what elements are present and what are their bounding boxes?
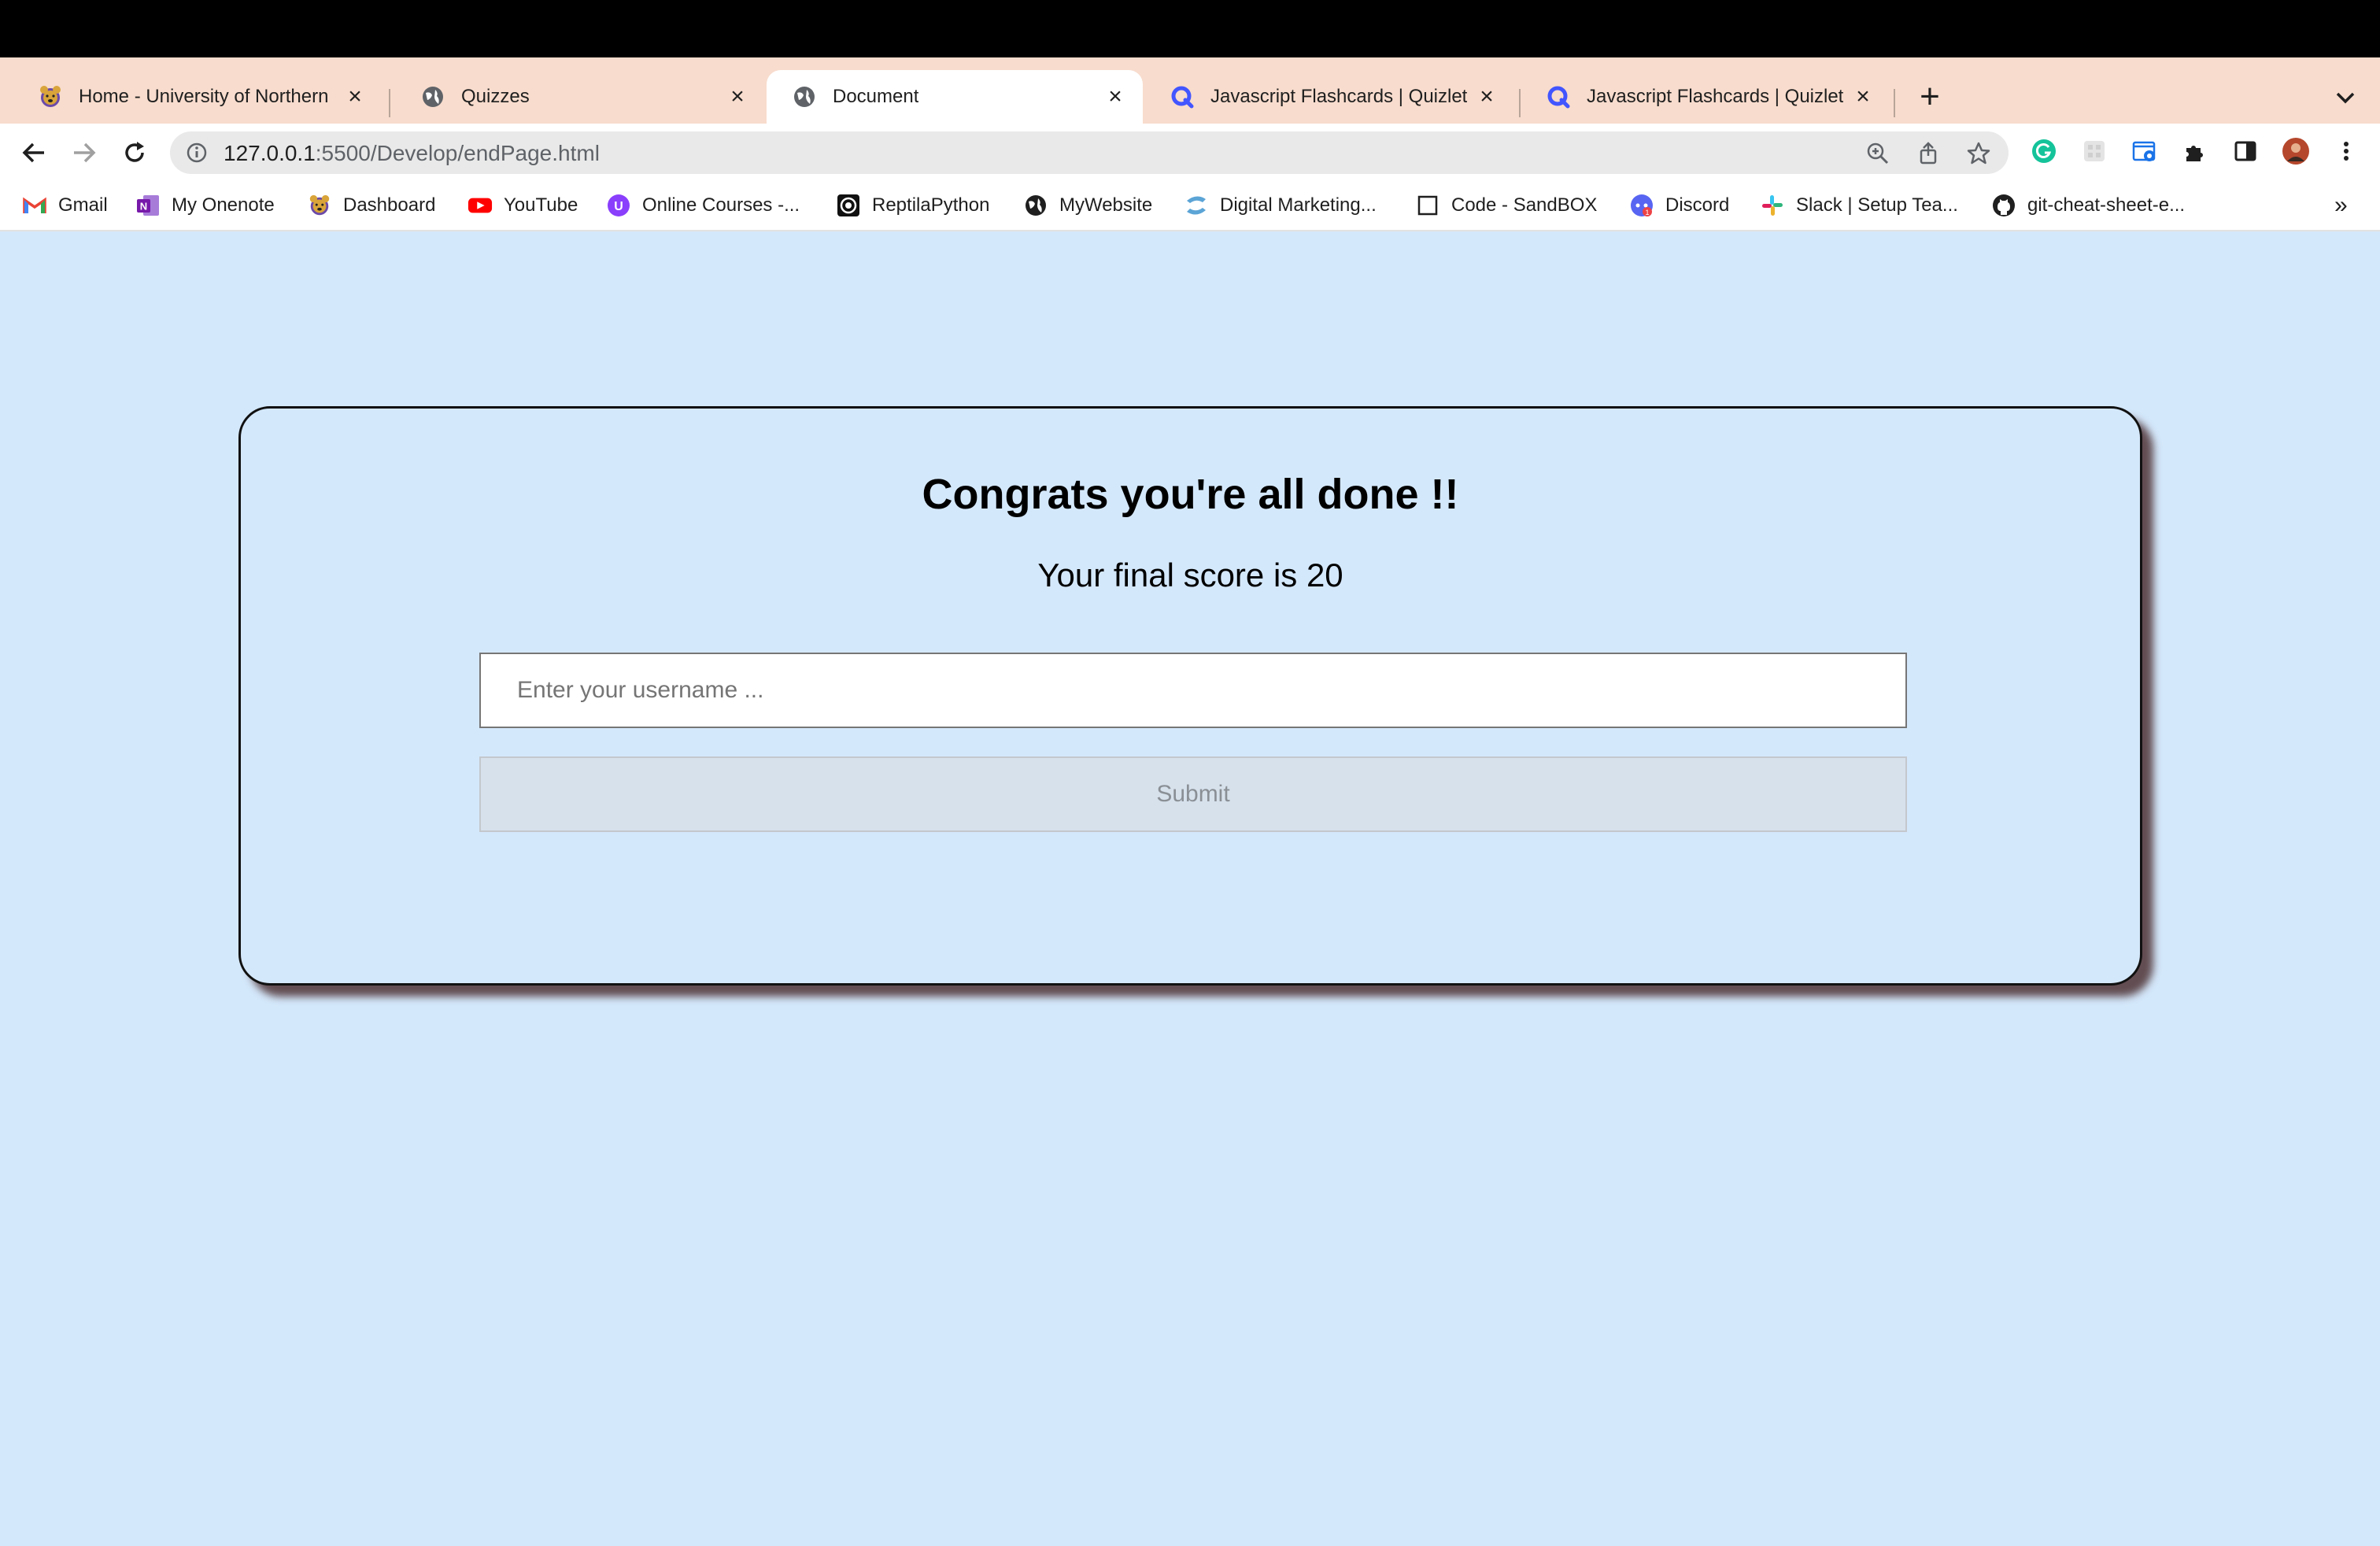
- globe-icon: [790, 83, 819, 111]
- end-card: Congrats you're all done !! Your final s…: [238, 406, 2142, 986]
- tab-close-icon[interactable]: ×: [1850, 83, 1876, 110]
- url-host: 127.0.0.1: [224, 141, 316, 165]
- screen-top-bar: [0, 0, 2380, 57]
- grammarly-icon[interactable]: [2029, 136, 2059, 166]
- tab-close-icon[interactable]: ×: [342, 83, 368, 110]
- bookmark-label: ReptilaPython: [872, 194, 990, 216]
- bookmark-mywebsite[interactable]: MyWebsite: [1023, 192, 1152, 219]
- page-title: Congrats you're all done !!: [922, 471, 1459, 518]
- bookmark-code-sandbox[interactable]: Code - SandBOX: [1415, 192, 1597, 219]
- new-tab-button[interactable]: +: [1914, 77, 1946, 117]
- bookmark-git-cheat-sheet[interactable]: git-cheat-sheet-e...: [1991, 192, 2185, 219]
- globe-icon: [419, 83, 447, 111]
- onenote-icon: N: [135, 193, 161, 218]
- bookmark-label: My Onenote: [172, 194, 275, 216]
- bookmark-reptilapython[interactable]: ReptilaPython: [836, 192, 989, 219]
- final-score-text: Your final score is 20: [1037, 557, 1343, 594]
- submit-button[interactable]: Submit: [479, 756, 1907, 832]
- bookmark-online-courses[interactable]: U Online Courses -...: [606, 192, 800, 219]
- screen-capture-icon[interactable]: [2130, 136, 2160, 166]
- url-text: 127.0.0.1:5500/Develop/endPage.html: [224, 141, 600, 166]
- extension-grid-icon[interactable]: [2079, 136, 2109, 166]
- tab-title: Javascript Flashcards | Quizlet: [1587, 86, 1844, 107]
- tab-close-icon[interactable]: ×: [724, 83, 751, 110]
- tab-quizzes[interactable]: Quizzes ×: [395, 70, 765, 124]
- tab-document[interactable]: Document ×: [767, 70, 1143, 124]
- tab-quizlet-2[interactable]: Javascript Flashcards | Quizlet ×: [1521, 70, 1890, 124]
- bookmark-discord[interactable]: 1 Discord: [1629, 192, 1729, 219]
- online-courses-icon: U: [606, 193, 631, 218]
- share-icon[interactable]: [1916, 141, 1941, 166]
- globe-icon: [1023, 193, 1048, 218]
- bookmark-label: Discord: [1665, 194, 1730, 216]
- tab-title: Quizzes: [461, 86, 530, 107]
- university-bear-icon: [307, 193, 332, 218]
- back-arrow-icon[interactable]: [17, 136, 50, 169]
- bookmarks-bar: Gmail N My Onenote Dashboard YouTube U O…: [0, 181, 2380, 231]
- username-input[interactable]: [479, 653, 1907, 728]
- bookmark-my-onenote[interactable]: N My Onenote: [135, 192, 275, 219]
- quizlet-icon: [1544, 83, 1572, 111]
- gmail-icon: [22, 193, 47, 218]
- bookmark-slack[interactable]: Slack | Setup Tea...: [1760, 192, 1958, 219]
- bookmark-label: git-cheat-sheet-e...: [2027, 194, 2186, 216]
- side-panel-icon[interactable]: [2230, 136, 2260, 166]
- forward-arrow-icon[interactable]: [68, 136, 101, 169]
- bookmark-label: YouTube: [504, 194, 578, 216]
- bookmark-gmail[interactable]: Gmail: [22, 192, 108, 219]
- tab-separator: [1894, 89, 1895, 117]
- address-bar[interactable]: 127.0.0.1:5500/Develop/endPage.html: [170, 131, 2009, 174]
- university-bear-icon: [36, 83, 65, 111]
- bookmark-label: MyWebsite: [1059, 194, 1153, 216]
- browser-menu-icon[interactable]: [2331, 136, 2361, 166]
- svg-text:N: N: [140, 201, 147, 213]
- slack-icon: [1760, 193, 1785, 218]
- bookmark-label: Dashboard: [343, 194, 436, 216]
- extensions-puzzle-icon[interactable]: [2180, 136, 2210, 166]
- tab-close-icon[interactable]: ×: [1102, 83, 1129, 110]
- browser-toolbar: 127.0.0.1:5500/Develop/endPage.html: [0, 124, 2380, 181]
- bookmark-youtube[interactable]: YouTube: [468, 192, 578, 219]
- tab-separator: [389, 89, 390, 117]
- tab-university-home[interactable]: Home - University of Northern ×: [13, 70, 382, 124]
- discord-icon: 1: [1629, 193, 1654, 218]
- tab-close-icon[interactable]: ×: [1473, 83, 1500, 110]
- tab-title: Javascript Flashcards | Quizlet: [1210, 86, 1468, 107]
- quizlet-icon: [1168, 83, 1196, 111]
- tab-strip: Home - University of Northern × Quizzes …: [0, 57, 2380, 124]
- site-info-icon[interactable]: [186, 142, 208, 164]
- tab-title: Document: [833, 86, 919, 107]
- blank-page-icon: [1415, 193, 1440, 218]
- svg-text:U: U: [614, 200, 623, 213]
- reload-icon[interactable]: [118, 136, 151, 169]
- bookmark-digital-marketing[interactable]: Digital Marketing...: [1184, 192, 1377, 219]
- bookmark-star-icon[interactable]: [1966, 141, 1991, 166]
- reptilapython-icon: [836, 193, 861, 218]
- youtube-icon: [468, 193, 493, 218]
- svg-text:1: 1: [1645, 209, 1649, 216]
- bookmark-label: Gmail: [58, 194, 108, 216]
- bookmark-dashboard[interactable]: Dashboard: [307, 192, 435, 219]
- bookmark-label: Code - SandBOX: [1451, 194, 1598, 216]
- tab-title: Home - University of Northern: [79, 86, 329, 107]
- tab-quizlet-1[interactable]: Javascript Flashcards | Quizlet ×: [1144, 70, 1514, 124]
- bookmark-label: Online Courses -...: [642, 194, 800, 216]
- profile-avatar[interactable]: [2281, 136, 2311, 166]
- bookmarks-overflow-button[interactable]: »: [2334, 192, 2348, 219]
- github-icon: [1991, 193, 2016, 218]
- bookmark-label: Slack | Setup Tea...: [1796, 194, 1958, 216]
- bookmark-label: Digital Marketing...: [1220, 194, 1377, 216]
- tab-search-chevron-icon[interactable]: [2330, 82, 2361, 113]
- digital-marketing-icon: [1184, 193, 1209, 218]
- zoom-icon[interactable]: [1865, 141, 1890, 166]
- url-path: :5500/Develop/endPage.html: [315, 141, 600, 165]
